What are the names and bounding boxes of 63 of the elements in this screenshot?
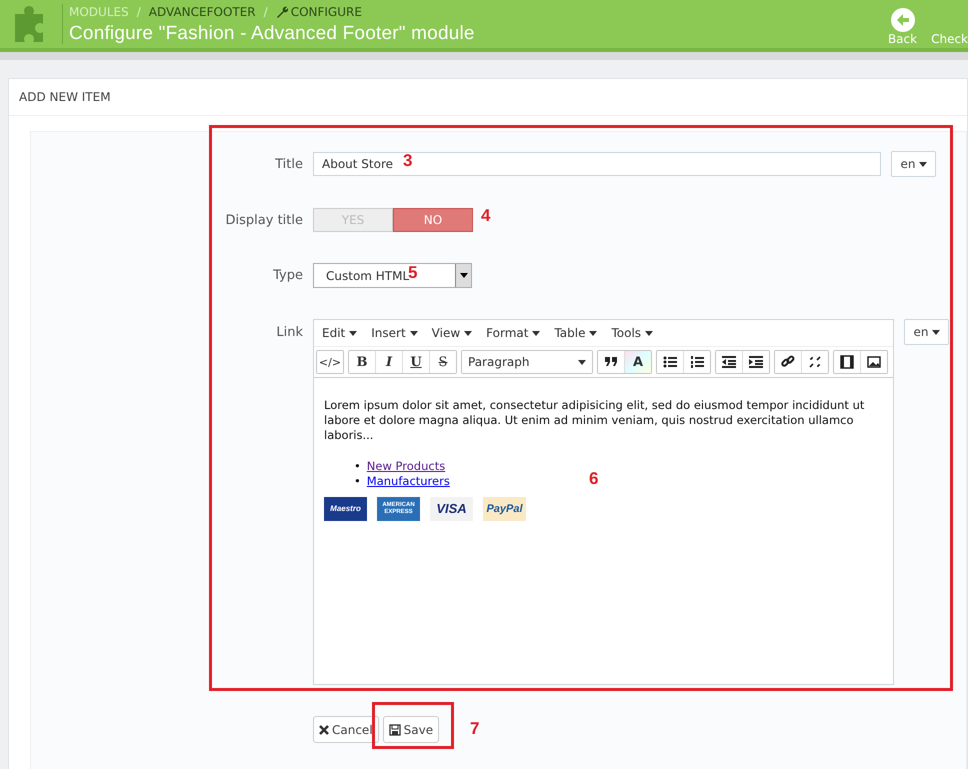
caret-icon [645,330,654,336]
field-label: Type [272,268,304,283]
bold-button[interactable]: B [349,351,376,373]
panel-heading: ADD NEW ITEM [9,79,967,116]
bullet-mark: • [354,474,361,488]
caret-icon [460,273,468,278]
bullet-list-button[interactable] [657,351,684,373]
link-button[interactable] [775,351,802,373]
link-icon [781,355,795,369]
cancel-button[interactable]: Cancel [313,716,379,743]
image-icon [867,355,881,369]
field-label: Display title [224,212,304,228]
body-paragraph: Lorem ipsum dolor sit amet, consectetur adipisicing elit, sed do eiusmod tempor incididunt ut labore et dolore magna aliqua. Ut enim ad minim veniam, quis nostrud exercitation ullamco laboris... [324,398,866,443]
bullet-list-icon [663,355,677,369]
wrench-icon [276,6,288,18]
unlink-icon [808,355,822,369]
outdent-icon [722,355,736,369]
callout-number: 6 [589,469,598,489]
breadcrumb-item: CONFIGURE [290,5,362,19]
menu-item[interactable]: View [432,326,472,340]
quote-icon [604,355,618,369]
caret-icon [578,360,586,364]
callout-number: 7 [470,719,480,739]
caret-icon [464,330,472,336]
language-dropdown[interactable]: en [891,151,936,177]
outdent-button[interactable] [716,351,743,373]
format-dropdown[interactable]: Paragraph [462,351,592,373]
close-icon [319,724,329,734]
callout-number: 5 [408,263,418,283]
indent-icon [749,355,763,369]
payment-card-logo: VISA [430,497,473,521]
language-dropdown[interactable]: en [904,319,949,345]
film-icon [840,355,854,369]
menu-item[interactable]: Edit [322,326,358,340]
breadcrumb-link[interactable]: ADVANCEFOOTER [148,5,256,19]
caret-icon [532,330,540,336]
caret-icon [918,162,926,166]
menu-item[interactable]: Table [554,326,598,340]
content-link[interactable]: Manufacturers [366,474,450,488]
breadcrumb-separator: / [136,5,141,19]
text-color-button[interactable]: A [625,351,651,373]
menu-item[interactable]: Tools [611,326,654,340]
field-label: Title [274,156,304,172]
quote-button[interactable] [598,351,625,373]
bullet-mark: • [354,459,361,473]
menu-item[interactable]: Insert [371,326,418,340]
callout-number: 4 [481,206,490,226]
film-button[interactable] [834,351,861,373]
source-code-button[interactable]: </> [317,351,343,373]
payment-card-logo: Maestro [324,497,367,521]
menu-item[interactable]: Format [486,326,540,340]
payment-card-logo: PayPal [483,497,526,521]
save-button[interactable]: Save [382,716,440,743]
page-title: Configure "Fashion - Advanced Footer" module [69,23,475,45]
numbered-list-icon [690,355,704,369]
breadcrumb-separator: / [264,5,268,19]
content-link[interactable]: New Products [366,459,446,473]
callout-number: 3 [403,151,412,171]
field-label: Link [275,324,304,340]
caret-icon [349,330,358,336]
caret-icon [932,330,940,334]
caret-icon [589,330,598,336]
caret-icon [410,330,418,336]
